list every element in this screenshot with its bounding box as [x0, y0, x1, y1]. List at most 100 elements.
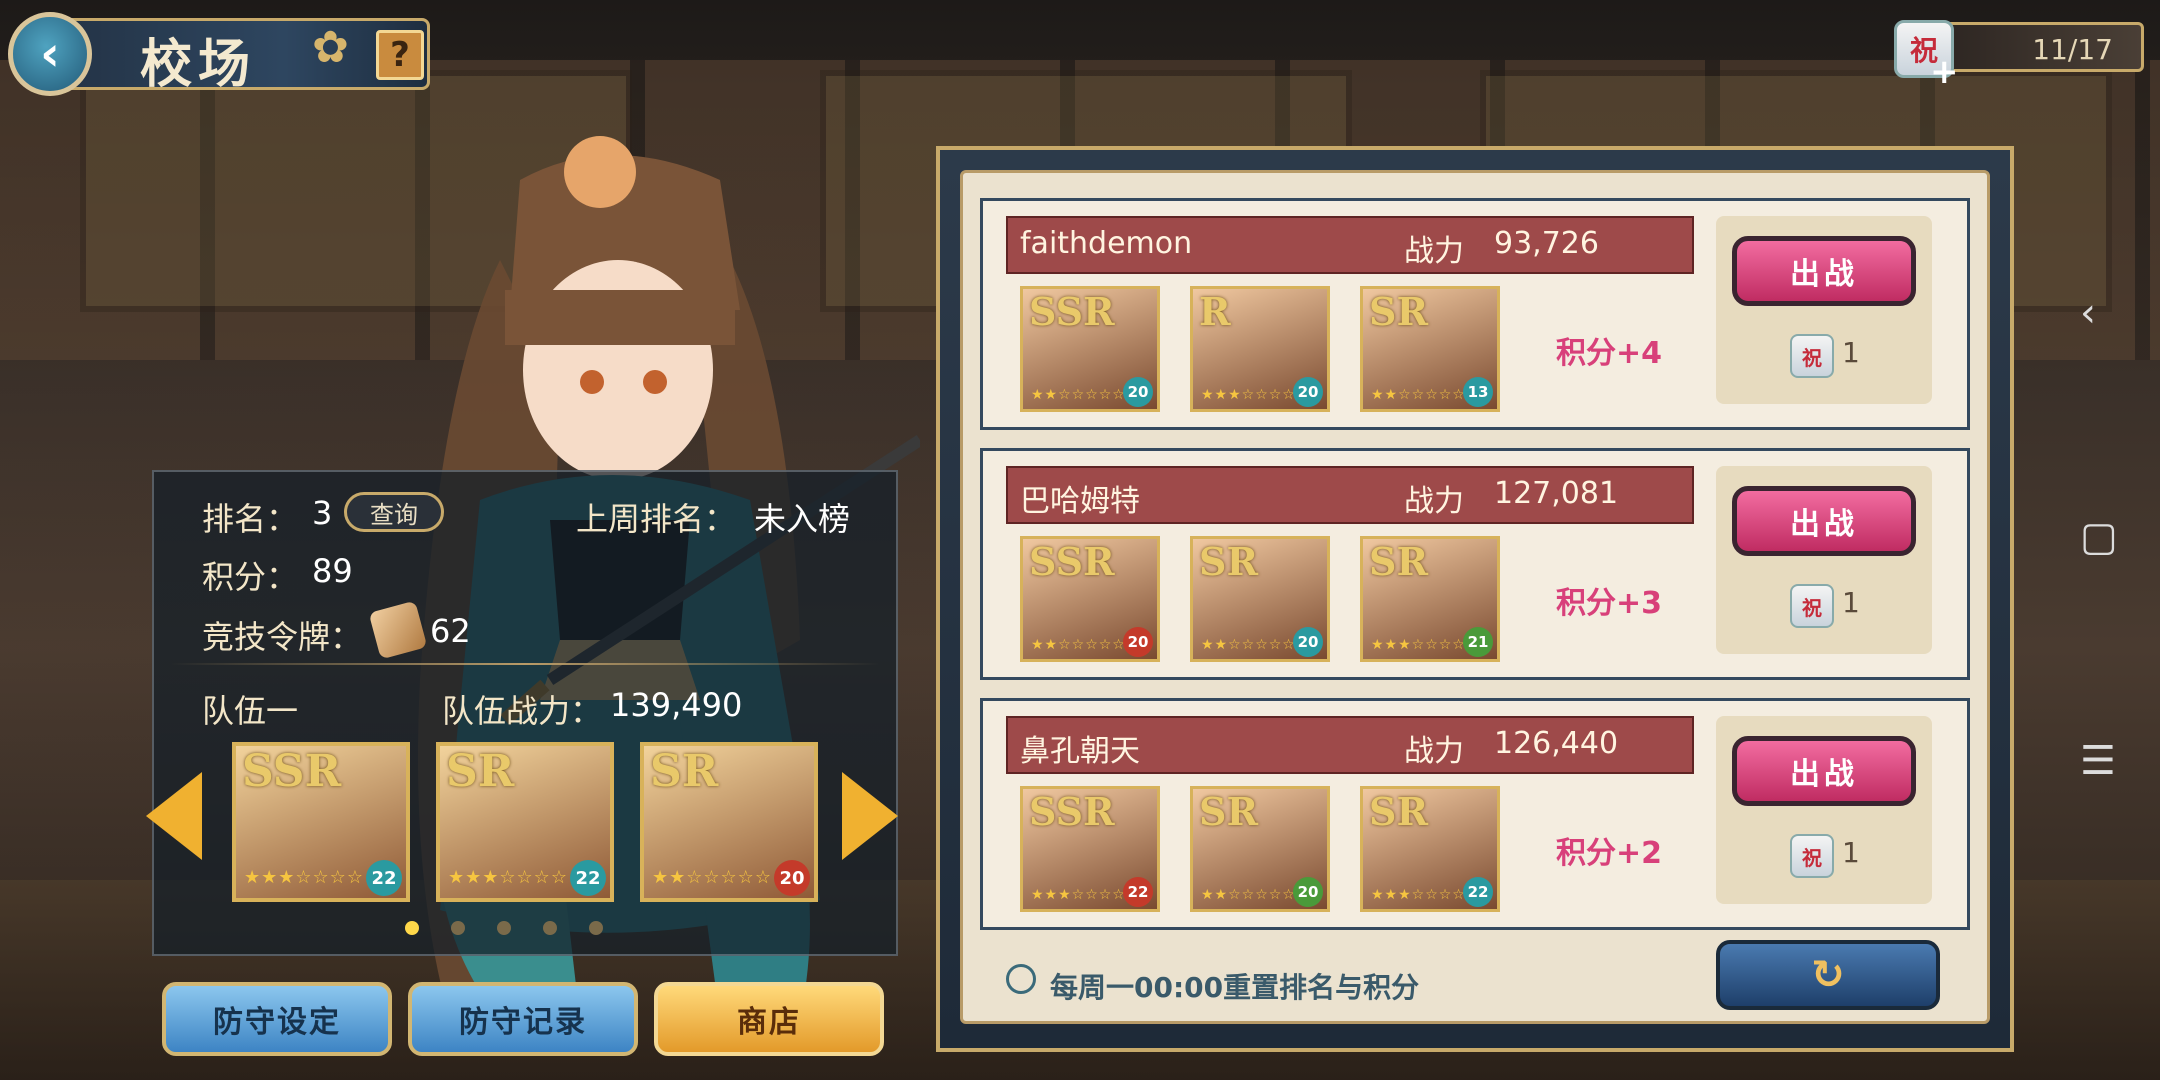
star-rating: ★★☆☆☆☆☆: [1031, 637, 1126, 653]
score-label: 积分：: [202, 558, 299, 596]
star-rating: ★★★☆☆☆☆: [1201, 387, 1296, 403]
level-badge: 20: [1293, 377, 1323, 407]
star-rating: ★★★☆☆☆☆: [1031, 887, 1126, 903]
page-dot[interactable]: [405, 921, 419, 935]
opponent-hero-card[interactable]: SR ★★★☆☆☆☆ 21: [1360, 536, 1500, 662]
rarity-badge: SSR: [242, 746, 342, 797]
page-dot[interactable]: [497, 921, 511, 935]
level-badge: 20: [1293, 877, 1323, 907]
battle-cost: 1: [1842, 336, 1860, 369]
query-button[interactable]: 查询: [344, 492, 444, 532]
level-badge: 20: [1123, 627, 1153, 657]
page-dot[interactable]: [589, 921, 603, 935]
refresh-button[interactable]: ↻: [1716, 940, 1940, 1010]
blessing-ticket-icon: 祝: [1790, 334, 1834, 378]
blessing-ticket-icon: 祝: [1790, 584, 1834, 628]
team-power-label: 队伍战力：: [442, 692, 603, 730]
ticket-counter: 11/17: [1940, 22, 2144, 72]
opponent-power-label: 战力: [1404, 484, 1464, 519]
reset-note: 每周一00:00重置排名与积分: [1050, 971, 1420, 1004]
opponent-power-value: 126,440: [1494, 726, 1619, 761]
rarity-badge: R: [1199, 289, 1231, 334]
team-hero-card[interactable]: SR ★★☆☆☆☆☆ 20: [640, 742, 818, 902]
token-label: 竞技令牌：: [202, 618, 363, 656]
star-rating: ★★☆☆☆☆☆: [1371, 387, 1466, 403]
add-ticket-icon[interactable]: +: [1930, 52, 1959, 92]
star-rating: ★★★☆☆☆☆: [1371, 637, 1466, 653]
level-badge: 20: [774, 860, 810, 896]
score-value: 89: [312, 552, 353, 590]
star-rating: ★★☆☆☆☆☆: [1031, 387, 1126, 403]
chrysanthemum-icon: ✿: [312, 22, 349, 73]
divider: [170, 663, 880, 665]
level-badge: 21: [1463, 627, 1493, 657]
defense-log-button[interactable]: 防守记录: [408, 982, 638, 1056]
back-button[interactable]: ‹: [8, 12, 92, 96]
defense-setting-button[interactable]: 防守设定: [162, 982, 392, 1056]
opponent-hero-card[interactable]: SR ★★☆☆☆☆☆ 13: [1360, 286, 1500, 412]
rarity-badge: SSR: [1029, 789, 1115, 834]
nav-home-icon[interactable]: ▢: [2080, 514, 2118, 560]
opponent-hero-card[interactable]: R ★★★☆☆☆☆ 20: [1190, 286, 1330, 412]
opponent-hero-card[interactable]: SSR ★★☆☆☆☆☆ 20: [1020, 286, 1160, 412]
rarity-badge: SR: [1369, 539, 1429, 584]
opponent-power-value: 127,081: [1494, 476, 1619, 511]
team-hero-card[interactable]: SR ★★★☆☆☆☆ 22: [436, 742, 614, 902]
star-rating: ★★☆☆☆☆☆: [1201, 887, 1296, 903]
help-button[interactable]: ?: [376, 30, 424, 80]
page-dot[interactable]: [451, 921, 465, 935]
opponent-name: 鼻孔朝天: [1020, 734, 1140, 769]
battle-cost: 1: [1842, 836, 1860, 869]
opponent-hero-card[interactable]: SR ★★☆☆☆☆☆ 20: [1190, 536, 1330, 662]
blessing-ticket-icon: 祝: [1790, 834, 1834, 878]
back-arrow-icon: ‹: [40, 26, 60, 82]
star-rating: ★★☆☆☆☆☆: [1201, 637, 1296, 653]
prev-team-arrow-icon[interactable]: [146, 772, 202, 860]
rarity-badge: SR: [1199, 789, 1259, 834]
battle-button[interactable]: 出战: [1732, 486, 1916, 556]
level-badge: 22: [570, 860, 606, 896]
opponent-hero-card[interactable]: SSR ★★☆☆☆☆☆ 20: [1020, 536, 1160, 662]
rarity-badge: SR: [650, 746, 719, 797]
battle-button[interactable]: 出战: [1732, 736, 1916, 806]
level-badge: 20: [1293, 627, 1323, 657]
score-reward: 积分+2: [1556, 836, 1663, 871]
rarity-badge: SR: [1369, 289, 1429, 334]
opponent-power-value: 93,726: [1494, 226, 1599, 261]
team-hero-card[interactable]: SSR ★★★☆☆☆☆ 22: [232, 742, 410, 902]
page-dot[interactable]: [543, 921, 557, 935]
nav-back-icon[interactable]: ‹: [2080, 290, 2096, 336]
level-badge: 20: [1123, 377, 1153, 407]
battle-cost: 1: [1842, 586, 1860, 619]
level-badge: 13: [1463, 377, 1493, 407]
rarity-badge: SR: [446, 746, 515, 797]
shop-button[interactable]: 商店: [654, 982, 884, 1056]
battle-button[interactable]: 出战: [1732, 236, 1916, 306]
opponent-name: faithdemon: [1020, 226, 1193, 261]
opponent-power-label: 战力: [1404, 734, 1464, 769]
opponent-name: 巴哈姆特: [1020, 484, 1140, 519]
clock-icon: [1006, 964, 1036, 994]
rarity-badge: SSR: [1029, 289, 1115, 334]
level-badge: 22: [366, 860, 402, 896]
page-title: 校场: [140, 35, 257, 95]
star-rating: ★★☆☆☆☆☆: [652, 867, 772, 888]
rarity-badge: SR: [1369, 789, 1429, 834]
team-page-indicator: [405, 920, 635, 939]
opponent-hero-card[interactable]: SSR ★★★☆☆☆☆ 22: [1020, 786, 1160, 912]
next-team-arrow-icon[interactable]: [842, 772, 898, 860]
rank-value: 3: [312, 494, 333, 532]
opponent-hero-card[interactable]: SR ★★☆☆☆☆☆ 20: [1190, 786, 1330, 912]
star-rating: ★★★☆☆☆☆: [448, 867, 568, 888]
star-rating: ★★★☆☆☆☆: [244, 867, 364, 888]
ticket-count: 11/17: [2032, 33, 2113, 66]
opponent-power-label: 战力: [1404, 234, 1464, 269]
nav-menu-icon[interactable]: ☰: [2080, 738, 2116, 784]
rank-label: 排名：: [202, 500, 299, 538]
level-badge: 22: [1123, 877, 1153, 907]
opponent-hero-card[interactable]: SR ★★★☆☆☆☆ 22: [1360, 786, 1500, 912]
team-power-value: 139,490: [610, 686, 743, 724]
last-week-rank-label: 上周排名：: [576, 500, 737, 538]
score-reward: 积分+3: [1556, 586, 1663, 621]
last-week-rank-value: 未入榜: [754, 500, 851, 538]
